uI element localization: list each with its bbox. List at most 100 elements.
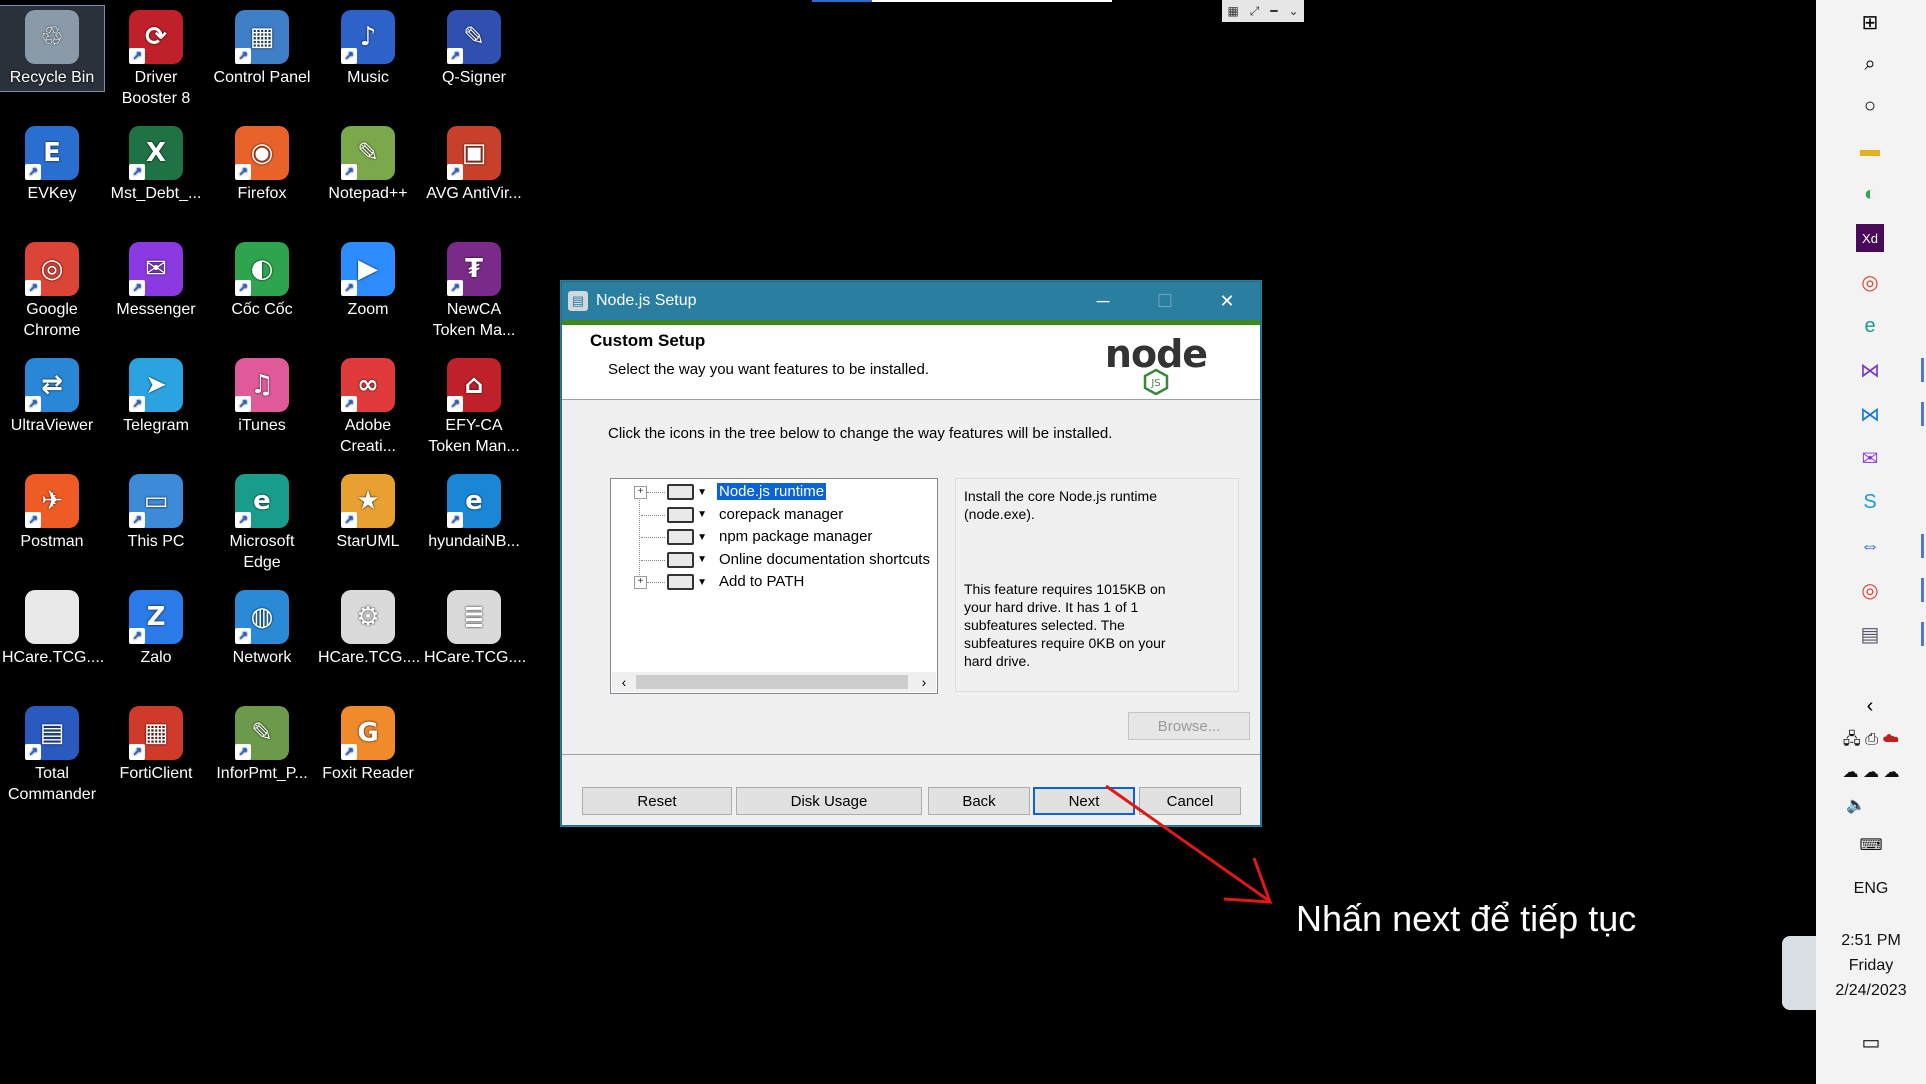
desktop-icon[interactable]: ▦ ↗ FortiClient — [104, 702, 208, 787]
teamviewer-taskbar-icon[interactable]: ⇔ — [1856, 532, 1884, 560]
desktop-icon[interactable]: ✎ ↗ Notepad++ — [316, 122, 420, 207]
fullscreen-icon[interactable]: ⤢ — [1250, 4, 1260, 19]
desktop-icon[interactable]: ▦ ↗ Control Panel — [210, 6, 314, 91]
search-icon[interactable]: ⌕ — [1856, 50, 1884, 78]
desktop-icon[interactable]: ▣ ↗ AVG AntiVir... — [422, 122, 526, 207]
grid-icon[interactable]: ▦ — [1227, 4, 1238, 18]
show-hidden-icons-chevron-icon[interactable]: ‹ — [1856, 692, 1884, 720]
desktop-icon[interactable]: ▭ ↗ This PC — [104, 470, 208, 555]
desktop-icon[interactable]: ⚙ HCare.TCG.... — [316, 586, 420, 671]
teamviewer-widget[interactable] — [1782, 936, 1818, 1010]
clock-day[interactable]: Friday — [1816, 957, 1926, 975]
scroll-left-icon[interactable]: ‹ — [614, 672, 634, 692]
installer-taskbar-icon[interactable]: ▤ — [1856, 620, 1884, 648]
desktop-icon[interactable]: ≣ HCare.TCG.... — [422, 586, 526, 671]
install-state-dropdown-icon[interactable]: ▼ — [667, 551, 707, 569]
cortana-icon[interactable]: ○ — [1856, 92, 1884, 120]
close-button[interactable]: ✕ — [1196, 282, 1258, 320]
messenger-taskbar-icon[interactable]: ✉ — [1856, 444, 1884, 472]
file-explorer-icon[interactable]: ▬ — [1856, 136, 1884, 164]
adobe-xd-icon[interactable]: Xd — [1856, 224, 1884, 252]
minimize-icon[interactable]: ━ — [1270, 4, 1277, 18]
install-state-dropdown-icon[interactable]: ▼ — [667, 528, 707, 546]
chrome-taskbar-icon[interactable]: ◎ — [1856, 268, 1884, 296]
desktop-icon[interactable]: ★ ↗ StarUML — [316, 470, 420, 555]
input-language[interactable]: ENG — [1816, 880, 1926, 898]
scroll-right-icon[interactable]: › — [914, 672, 934, 692]
tree-item-label[interactable]: corepack manager — [717, 506, 845, 523]
tree-item[interactable]: ▼ npm package manager — [611, 526, 937, 548]
clock-time[interactable]: 2:51 PM — [1816, 932, 1926, 950]
desktop-icon[interactable]: ◎ ↗ Google Chrome — [0, 238, 104, 344]
desktop-icon[interactable]: ₮ ↗ NewCA Token Ma... — [422, 238, 526, 344]
windows-start-icon[interactable]: ⊞ — [1856, 8, 1884, 36]
desktop-icon[interactable]: Z ↗ Zalo — [104, 586, 208, 671]
desktop-icon[interactable]: ◐ ↗ Cốc Cốc — [210, 238, 314, 323]
sync-error-tray-icon[interactable]: ☁ — [1882, 731, 1899, 748]
tree-item-label[interactable]: Online documentation shortcuts — [717, 551, 932, 568]
tree-item-label[interactable]: Add to PATH — [717, 573, 806, 590]
vscode-icon[interactable]: ⋈ — [1856, 400, 1884, 428]
tree-item[interactable]: ▼ Online documentation shortcuts — [611, 549, 937, 571]
scroll-thumb[interactable] — [636, 675, 908, 689]
desktop-icon[interactable]: ♲ Recycle Bin — [0, 5, 105, 92]
network-tray-icon[interactable]: 🖧 — [1843, 731, 1861, 748]
desktop-icon[interactable]: ⟳ ↗ Driver Booster 8 — [104, 6, 208, 112]
desktop-icon[interactable]: G ↗ Foxit Reader — [316, 702, 420, 787]
cloud-sync-tray-icon[interactable]: ☁ — [1843, 764, 1859, 781]
reset-button[interactable]: Reset — [582, 787, 732, 815]
browse-button[interactable]: Browse... — [1128, 712, 1250, 740]
desktop-icon[interactable]: ♪ ↗ Music — [316, 6, 420, 91]
desktop-icon[interactable]: X ↗ Mst_Debt_... — [104, 122, 208, 207]
desktop-icon[interactable]: ⌂ ↗ EFY-CA Token Man... — [422, 354, 526, 460]
tree-item[interactable]: + ▼ Node.js runtime — [611, 481, 937, 503]
desktop-icon[interactable]: ➤ ↗ Telegram — [104, 354, 208, 439]
expand-icon[interactable]: + — [634, 486, 647, 499]
desktop-icon[interactable]: e ↗ Microsoft Edge — [210, 470, 314, 576]
desktop-icon[interactable]: ✉ ↗ Messenger — [104, 238, 208, 323]
floating-toolbar[interactable]: ▦ ⤢ ━ ⌄ — [1222, 0, 1304, 22]
chevron-down-icon[interactable]: ⌄ — [1288, 4, 1298, 18]
tree-item-label[interactable]: npm package manager — [717, 528, 874, 545]
desktop-icon[interactable]: ⇄ ↗ UltraViewer — [0, 354, 104, 439]
disk-usage-button[interactable]: Disk Usage — [736, 787, 922, 815]
tree-item[interactable]: ▼ corepack manager — [611, 504, 937, 526]
feature-tree[interactable]: ‹ › + ▼ Node.js runtime ▼ corepack manager ▼ n… — [610, 478, 938, 694]
install-state-dropdown-icon[interactable]: ▼ — [667, 483, 707, 501]
desktop-icon[interactable]: ▶ ↗ Zoom — [316, 238, 420, 323]
tree-horizontal-scrollbar[interactable]: ‹ › — [612, 672, 936, 692]
running-indicator — [1921, 402, 1924, 426]
desktop-icon[interactable]: ▤ ↗ Total Commander — [0, 702, 104, 808]
desktop-icon[interactable]: ✎ ↗ Q-Signer — [422, 6, 526, 91]
minimize-button[interactable]: ─ — [1072, 282, 1134, 320]
touch-keyboard-icon[interactable]: ⌨ — [1816, 835, 1926, 855]
desktop-icon[interactable]: ◉ ↗ Firefox — [210, 122, 314, 207]
desktop-icon[interactable]: e ↗ hyundaiNB... — [422, 470, 526, 555]
chrome-profile-taskbar-icon[interactable]: ◎ — [1856, 576, 1884, 604]
tree-item-label[interactable]: Node.js runtime — [715, 482, 828, 501]
desktop-icon[interactable]: ✈ ↗ Postman — [0, 470, 104, 555]
dialog-titlebar[interactable]: ▤ Node.js Setup ─ ☐ ✕ — [562, 282, 1260, 320]
cloud-sync-tray-icon-2[interactable]: ☁ — [1863, 764, 1879, 781]
edge-taskbar-icon[interactable]: e — [1856, 312, 1884, 340]
install-state-dropdown-icon[interactable]: ▼ — [667, 573, 707, 591]
expand-icon[interactable]: + — [634, 576, 647, 589]
skype-icon[interactable]: S — [1856, 488, 1884, 516]
maximize-button[interactable]: ☐ — [1134, 282, 1196, 320]
install-state-dropdown-icon[interactable]: ▼ — [667, 506, 707, 524]
back-button[interactable]: Back — [928, 787, 1030, 815]
desktop-icon[interactable]: ♫ ↗ iTunes — [210, 354, 314, 439]
cloud-sync-tray-icon-3[interactable]: ☁ — [1883, 764, 1899, 781]
desktop-icon[interactable]: HCare.TCG.... — [0, 586, 104, 671]
visual-studio-icon[interactable]: ⋈ — [1856, 356, 1884, 384]
clock-date[interactable]: 2/24/2023 — [1816, 982, 1926, 1000]
coc-coc-taskbar-icon[interactable]: ◐ — [1856, 180, 1884, 208]
volume-icon[interactable]: 🔈 — [1816, 795, 1926, 815]
tree-item[interactable]: + ▼ Add to PATH — [611, 571, 937, 593]
desktop-icon[interactable]: ◍ ↗ Network — [210, 586, 314, 671]
desktop-icon[interactable]: ∞ ↗ Adobe Creati... — [316, 354, 420, 460]
action-center-icon[interactable]: ▭ — [1816, 1030, 1926, 1055]
desktop-icon[interactable]: E ↗ EVKey — [0, 122, 104, 207]
desktop-icon[interactable]: ✎ ↗ InforPmt_P... — [210, 702, 314, 787]
meet-now-tray-icon[interactable]: ⎙ — [1865, 731, 1878, 748]
